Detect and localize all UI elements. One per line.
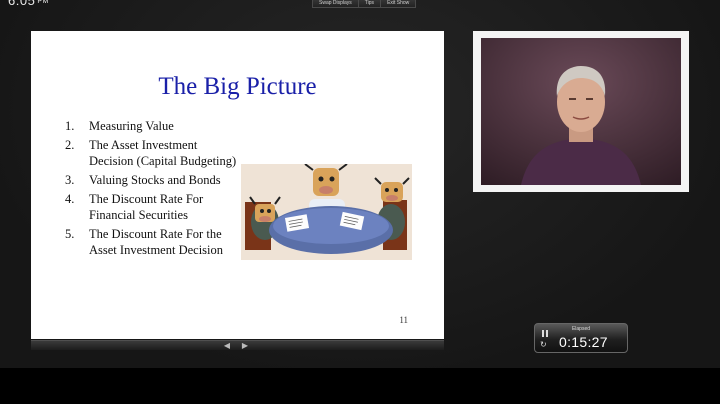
- exit-show-button[interactable]: Exit Show: [381, 0, 417, 8]
- list-item: 2. The Asset Investment Decision (Capital…: [65, 138, 237, 168]
- bottom-letterbox: [0, 368, 720, 404]
- webcam-panel: [473, 31, 689, 192]
- pause-icon[interactable]: [541, 330, 549, 337]
- current-slide[interactable]: The Big Picture 1. Measuring Value 2. The …: [31, 31, 444, 339]
- presenter-video: [481, 38, 681, 185]
- list-item: 3. Valuing Stocks and Bonds: [65, 173, 221, 187]
- slide-page-number: 11: [399, 315, 408, 325]
- arrow-right-icon[interactable]: ▶: [238, 341, 252, 350]
- tips-button[interactable]: Tips: [358, 0, 382, 8]
- presenter-display: 6:05 PM Swap Displays Tips Exit Show The …: [0, 0, 720, 368]
- slide-title: The Big Picture: [158, 73, 317, 100]
- list-item: 5. The Discount Rate For the Asset Invest…: [65, 227, 224, 257]
- clock: 6:05 PM: [8, 0, 49, 8]
- cartoon-illustration: [241, 164, 412, 260]
- slide-navigation-bar: ◀ ▶: [31, 340, 444, 350]
- arrow-left-icon[interactable]: ◀: [220, 341, 234, 350]
- presenter-toolbar: Swap Displays Tips Exit Show: [312, 0, 417, 8]
- timer-value: 0:15:27: [559, 334, 608, 350]
- elapsed-timer: Elapsed ↻ 0:15:27: [534, 323, 628, 353]
- swap-displays-button[interactable]: Swap Displays: [312, 0, 359, 8]
- slide-bullet-list: 1. Measuring Value 2. The Asset Investment…: [65, 118, 243, 261]
- reset-icon[interactable]: ↻: [540, 341, 548, 349]
- list-item: 1. Measuring Value: [65, 119, 174, 133]
- list-item: 4. The Discount Rate For Financial Securi…: [65, 192, 204, 222]
